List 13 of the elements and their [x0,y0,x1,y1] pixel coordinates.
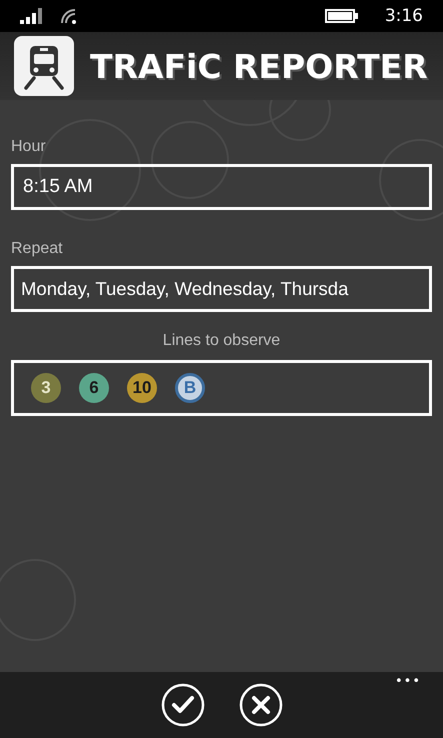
app-title: TRAFiC REPORTER [90,46,428,86]
repeat-field[interactable]: Monday, Tuesday, Wednesday, Thursda [11,266,432,312]
line-badge[interactable]: 3 [31,373,61,403]
more-button[interactable]: ••• [394,674,421,689]
line-badge[interactable]: 6 [79,373,109,403]
clock-time: 3:16 [384,6,423,26]
line-badge[interactable]: B [175,373,205,403]
section-label: Lines to observe [162,332,280,350]
field-label: Repeat [11,240,63,258]
lines-field[interactable]: 3 6 10 B [11,360,432,416]
line-badge[interactable]: 10 [127,373,157,403]
field-label: Hour [11,138,46,156]
time-field[interactable]: 8:15 AM [11,164,432,210]
